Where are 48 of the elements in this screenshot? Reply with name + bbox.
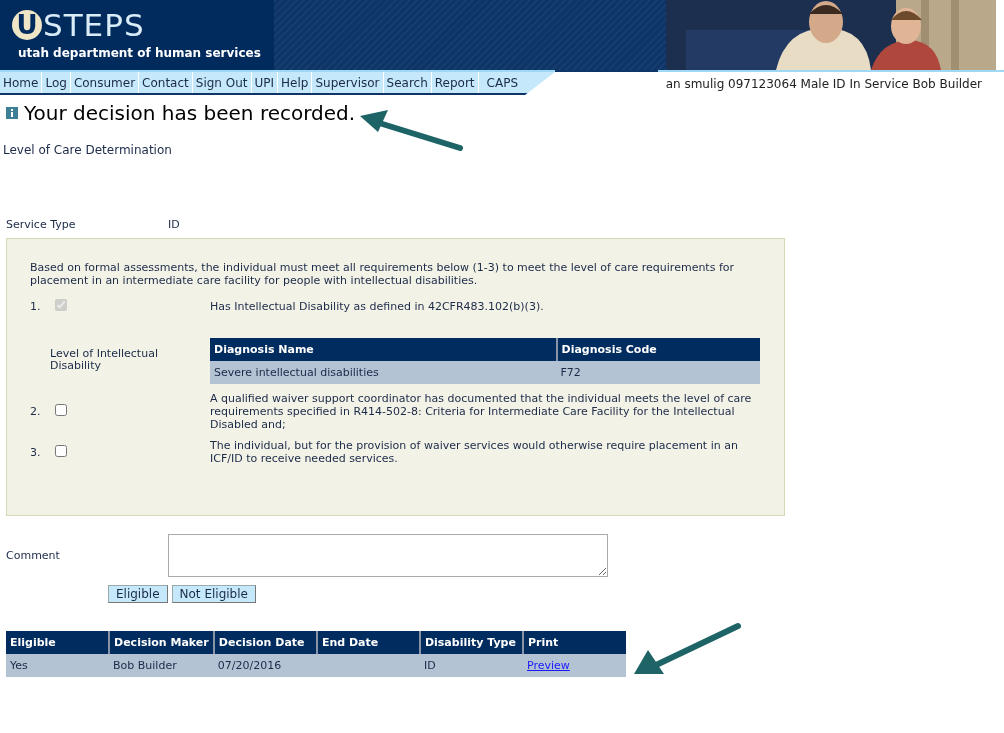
logo-mark: U: [12, 10, 42, 40]
table-cell: Bob Builder: [109, 654, 214, 677]
requirement-text: Has Intellectual Disability as defined in 42CFR483.102(b)(3).: [210, 300, 545, 313]
table-cell: Yes: [6, 654, 110, 677]
field-label: Service Type: [6, 218, 77, 231]
nav-link[interactable]: CAPS: [478, 72, 522, 93]
field-value: ID: [168, 218, 181, 231]
item-number: 2.: [30, 405, 42, 418]
requirement-text: The individual, but for the provision of waiver services would otherwise require placement in an ICF/ID to receive needed services.: [210, 439, 739, 465]
nav-link[interactable]: Report: [431, 72, 479, 93]
logo-subtitle: utah department of human services: [18, 46, 262, 60]
nav-link[interactable]: Log: [42, 72, 71, 93]
nav-link[interactable]: Search: [383, 72, 432, 93]
nav-link[interactable]: Supervisor: [312, 72, 384, 93]
table-cell: F72: [556, 361, 760, 384]
status-message: Your decision has been recorded.: [24, 101, 356, 125]
field-label: Level of Intellectual Disability: [49, 346, 159, 374]
page-title: Level of Care Determination: [3, 143, 173, 157]
column-header: End Date: [316, 631, 420, 654]
decision-button[interactable]: Eligible: [108, 585, 168, 603]
field-label: Comment: [6, 549, 61, 562]
info-icon: [6, 107, 18, 119]
column-header: Print: [522, 631, 626, 654]
nav-link[interactable]: UPI: [251, 72, 279, 93]
table-cell: 07/20/2016: [213, 654, 317, 677]
nav-link[interactable]: Home: [0, 72, 43, 93]
nav-link[interactable]: Sign Out: [192, 72, 252, 93]
checkbox[interactable]: [55, 444, 67, 457]
column-header: Decision Date: [213, 631, 317, 654]
requirement-text: A qualified waiver support coordinator has documented that the individual meets the level of care requirements specified in R414-502-8: Criteria for Intermediate Care Facility for the Intellectual Disabled and;: [210, 392, 753, 431]
item-number: 1.: [30, 300, 42, 313]
column-header: Diagnosis Name: [210, 338, 557, 361]
decision-button[interactable]: Not Eligible: [171, 585, 256, 603]
nav-link[interactable]: Consumer: [70, 72, 140, 93]
column-header: Disability Type: [419, 631, 523, 654]
instructions-text: Based on formal assessments, the individual must meet all requirements below (1-3) to meet the level of care requirements for placement in an intermediate care facility for people with intellectual disabilities.: [30, 261, 736, 287]
column-header: Eligible: [6, 631, 110, 654]
column-header: Diagnosis Code: [556, 338, 760, 361]
table-cell: Severe intellectual disabilities: [210, 361, 557, 384]
column-header: Decision Maker: [109, 631, 214, 654]
user-info: an smulig 097123064 Male ID In Service Bob Builder: [665, 77, 982, 91]
logo-text: STEPS: [43, 8, 145, 42]
item-number: 3.: [30, 445, 42, 459]
nav-link[interactable]: Help: [278, 72, 313, 93]
table-cell: ID: [419, 654, 523, 677]
checkbox[interactable]: [55, 404, 67, 416]
nav-link[interactable]: Contact: [139, 72, 193, 93]
comment-field[interactable]: [168, 534, 608, 577]
